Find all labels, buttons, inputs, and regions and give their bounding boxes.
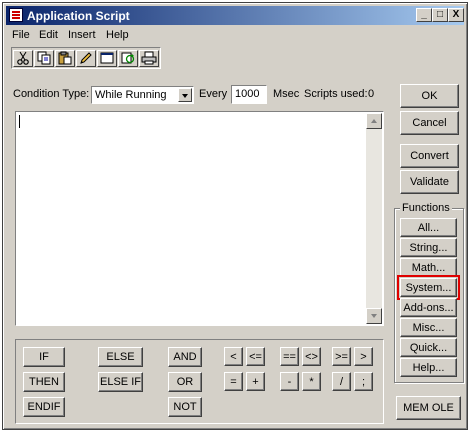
every-msec-input[interactable]: 1000 — [231, 85, 267, 104]
scripts-used-value: 0 — [368, 88, 375, 100]
window-title: Application Script — [27, 9, 130, 23]
operator-equals-button[interactable]: == — [280, 347, 299, 366]
app-script-icon — [9, 8, 23, 22]
operator-plus-button[interactable]: + — [246, 372, 265, 391]
functions-group-label: Functions — [400, 202, 452, 214]
menu-insert[interactable]: Insert — [68, 29, 96, 41]
ok-button[interactable]: OK — [400, 84, 459, 108]
not-button[interactable]: NOT — [168, 397, 202, 417]
operator-less-equal-button[interactable]: <= — [246, 347, 265, 366]
operator-divide-button[interactable]: / — [332, 372, 351, 391]
operator-semicolon-button[interactable]: ; — [354, 372, 373, 391]
mem-ole-button[interactable]: MEM OLE — [396, 396, 461, 420]
validate-button[interactable]: Validate — [400, 170, 459, 194]
if-button[interactable]: IF — [23, 347, 65, 367]
scripts-used-label: Scripts used: — [304, 88, 368, 100]
menu-help[interactable]: Help — [106, 29, 129, 41]
application-script-window: Application Script _ □ X File Edit Inser… — [2, 2, 468, 430]
function-system-button[interactable]: System... — [397, 275, 460, 300]
then-button[interactable]: THEN — [23, 372, 65, 392]
msec-label: Msec — [273, 88, 300, 100]
function-quick-button[interactable]: Quick... — [400, 338, 457, 357]
function-addons-button[interactable]: Add-ons... — [400, 298, 457, 317]
minimize-button[interactable]: _ — [416, 8, 432, 22]
endif-button[interactable]: ENDIF — [23, 397, 65, 417]
condition-type-label: Condition Type: — [13, 88, 90, 100]
text-caret — [19, 115, 20, 128]
and-button[interactable]: AND — [168, 347, 202, 367]
script-editor[interactable] — [15, 111, 384, 326]
function-help-button[interactable]: Help... — [400, 358, 457, 377]
refresh-icon[interactable] — [118, 50, 138, 67]
print-icon[interactable] — [139, 50, 159, 67]
or-button[interactable]: OR — [168, 372, 202, 392]
toolbar — [11, 47, 161, 69]
function-all-button[interactable]: All... — [400, 218, 457, 237]
paste-icon[interactable] — [55, 50, 75, 67]
copy-icon[interactable] — [34, 50, 54, 67]
chevron-down-icon[interactable] — [178, 88, 192, 102]
function-string-button[interactable]: String... — [400, 238, 457, 257]
condition-type-value: While Running — [95, 89, 167, 101]
operator-not-equal-button[interactable]: <> — [302, 347, 321, 366]
scroll-down-icon[interactable] — [366, 308, 382, 324]
title-bar[interactable]: Application Script _ □ X — [6, 6, 464, 25]
pencil-icon[interactable] — [76, 50, 96, 67]
cancel-button[interactable]: Cancel — [400, 111, 459, 135]
close-button[interactable]: X — [448, 8, 464, 22]
operator-multiply-button[interactable]: * — [302, 372, 321, 391]
function-misc-button[interactable]: Misc... — [400, 318, 457, 337]
else-button[interactable]: ELSE — [98, 347, 143, 367]
menu-file[interactable]: File — [12, 29, 30, 41]
cut-icon[interactable] — [13, 50, 33, 67]
editor-scrollbar[interactable] — [366, 113, 382, 324]
maximize-button[interactable]: □ — [432, 8, 448, 22]
window-icon[interactable] — [97, 50, 117, 67]
function-math-button[interactable]: Math... — [400, 258, 457, 277]
condition-type-select[interactable]: While Running — [91, 86, 194, 104]
operator-greater-equal-button[interactable]: >= — [332, 347, 351, 366]
operator-minus-button[interactable]: - — [280, 372, 299, 391]
menu-edit[interactable]: Edit — [39, 29, 58, 41]
scroll-up-icon[interactable] — [366, 113, 382, 129]
every-label: Every — [199, 88, 228, 100]
operator-less-than-button[interactable]: < — [224, 347, 243, 366]
convert-button[interactable]: Convert — [400, 144, 459, 168]
operator-greater-than-button[interactable]: > — [354, 347, 373, 366]
else-if-button[interactable]: ELSE IF — [98, 372, 143, 392]
operator-assign-button[interactable]: = — [224, 372, 243, 391]
